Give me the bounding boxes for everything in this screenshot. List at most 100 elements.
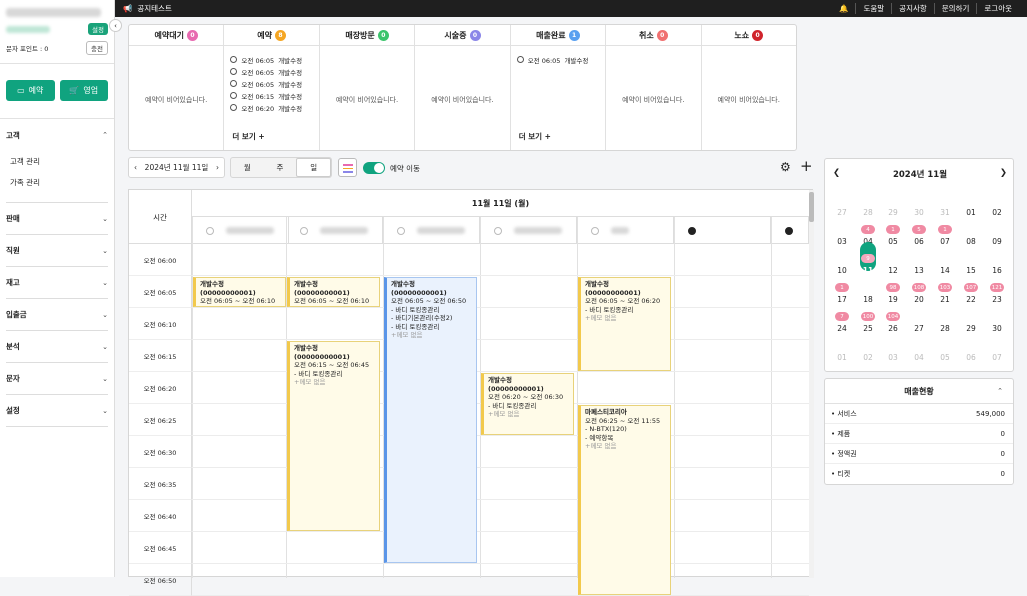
staff-header[interactable] bbox=[192, 217, 289, 244]
calendar-day[interactable]: 20 bbox=[907, 295, 931, 304]
sidebar-section-1[interactable]: 판매 ⌄ bbox=[6, 203, 108, 235]
sales-button[interactable]: 🛒 영업 bbox=[59, 80, 108, 101]
calendar-day[interactable]: 27 bbox=[907, 324, 931, 333]
calendar-day[interactable]: 09 bbox=[985, 237, 1009, 246]
appointment-card[interactable]: 개발수정 (00000000001) 오전 06:05 ~ 오전 06:50- 바… bbox=[384, 277, 477, 563]
calendar-day[interactable]: 21 bbox=[933, 295, 957, 304]
status-item[interactable]: 오전 06:05 개발수정 bbox=[516, 55, 605, 65]
staff-header[interactable] bbox=[286, 217, 383, 244]
calendar-day[interactable]: 31 bbox=[933, 208, 957, 217]
calendar-day[interactable]: 06 bbox=[907, 237, 931, 246]
status-header[interactable]: 취소 0 bbox=[606, 25, 701, 46]
calendar-day[interactable]: 28 bbox=[856, 208, 880, 217]
notice-link[interactable]: 공지사항 bbox=[891, 3, 934, 14]
calendar-day[interactable]: 23 bbox=[985, 295, 1009, 304]
calendar-day[interactable]: 19 bbox=[881, 295, 905, 304]
calendar-day[interactable]: 29 bbox=[881, 208, 905, 217]
sidebar-section-7[interactable]: 설정 ⌄ bbox=[6, 395, 108, 427]
sidebar-collapse-button[interactable]: ‹ bbox=[109, 19, 122, 32]
status-header[interactable]: 예약대기 0 bbox=[129, 25, 224, 46]
staff-header[interactable] bbox=[383, 217, 480, 244]
calendar-day[interactable]: 03 bbox=[830, 237, 854, 246]
chevron-up-icon[interactable]: ⌃ bbox=[997, 387, 1003, 395]
chevron-left-icon[interactable]: ‹ bbox=[134, 163, 137, 172]
calendar-day[interactable]: 07 bbox=[985, 353, 1009, 362]
calendar-day[interactable]: 08 bbox=[959, 237, 983, 246]
calendar-day[interactable]: 12 bbox=[881, 266, 905, 275]
status-item[interactable]: 오전 06:15 개발수정 bbox=[230, 91, 318, 101]
staff-checkbox[interactable] bbox=[688, 226, 696, 235]
reserve-button[interactable]: ▭ 예약 bbox=[6, 80, 55, 101]
sidebar-section-2[interactable]: 직원 ⌄ bbox=[6, 235, 108, 267]
sidebar-section-4[interactable]: 입출금 ⌄ bbox=[6, 299, 108, 331]
calendar-day[interactable]: 18 bbox=[856, 295, 880, 304]
calendar-day[interactable]: 24 bbox=[830, 324, 854, 333]
calendar-day[interactable]: 14 bbox=[933, 266, 957, 275]
calendar-day[interactable]: 03 bbox=[881, 353, 905, 362]
staff-checkbox[interactable] bbox=[397, 226, 405, 235]
calendar-day[interactable]: 01 bbox=[959, 208, 983, 217]
calendar-day[interactable]: 30 bbox=[985, 324, 1009, 333]
status-header[interactable]: 노쇼 0 bbox=[701, 25, 796, 46]
calendar-day[interactable]: 04 bbox=[907, 353, 931, 362]
appointment-card[interactable]: 개발수정 (00000000001) 오전 06:15 ~ 오전 06:45- 바… bbox=[287, 341, 380, 531]
calendar-day[interactable]: 10 bbox=[830, 266, 854, 275]
chevron-left-icon[interactable]: ❮ bbox=[833, 168, 840, 180]
staff-checkbox[interactable] bbox=[206, 226, 214, 235]
calendar-day[interactable]: 28 bbox=[933, 324, 957, 333]
inquiry-link[interactable]: 문의하기 bbox=[933, 3, 977, 14]
appointment-card[interactable]: 마페스티코리아 오전 06:25 ~ 오전 11:55- N-BTX(120) - … bbox=[578, 405, 671, 595]
status-header[interactable]: 매장방문 0 bbox=[319, 25, 415, 46]
sidebar-subitem[interactable]: 가족 관리 bbox=[0, 172, 114, 193]
calendar-day[interactable]: 15 bbox=[959, 266, 983, 275]
calendar-day[interactable]: 02 bbox=[985, 208, 1009, 217]
calendar-day[interactable]: 25 bbox=[856, 324, 880, 333]
appointment-card[interactable]: 개발수정 (00000000001)오전 06:05 ~ 오전 06:10- 바… bbox=[287, 277, 380, 307]
view-month[interactable]: 월 bbox=[231, 158, 264, 177]
calendar-day[interactable]: 02 bbox=[856, 353, 880, 362]
status-item[interactable]: 오전 06:20 개발수정 bbox=[230, 103, 318, 113]
staff-checkbox[interactable] bbox=[494, 226, 502, 235]
status-item[interactable]: 오전 06:05 개발수정 bbox=[230, 67, 318, 77]
calendar-day[interactable]: 17 bbox=[830, 295, 854, 304]
staff-header[interactable] bbox=[480, 217, 577, 244]
status-header[interactable]: 시술중 0 bbox=[415, 25, 510, 46]
chevron-right-icon[interactable]: ❯ bbox=[1000, 168, 1007, 180]
color-list-icon[interactable] bbox=[338, 158, 357, 177]
staff-checkbox[interactable] bbox=[300, 226, 308, 235]
view-week[interactable]: 주 bbox=[264, 158, 297, 177]
status-header[interactable]: 매출완료 1 bbox=[510, 25, 606, 46]
logout-link[interactable]: 로그아웃 bbox=[976, 3, 1019, 14]
sidebar-subitem[interactable]: 고객 관리 bbox=[0, 151, 114, 172]
status-item[interactable]: 오전 06:05 개발수정 bbox=[230, 55, 318, 65]
staff-header[interactable] bbox=[771, 217, 809, 244]
help-link[interactable]: 도움말 bbox=[855, 3, 891, 14]
staff-checkbox[interactable] bbox=[785, 226, 793, 235]
more-link[interactable]: 더 보기 + bbox=[519, 131, 551, 142]
staff-checkbox[interactable] bbox=[591, 226, 599, 235]
move-toggle[interactable] bbox=[363, 162, 385, 174]
calendar-day[interactable]: 29 bbox=[959, 324, 983, 333]
status-header[interactable]: 예약 8 bbox=[224, 25, 319, 46]
appointment-card[interactable]: 개발수정 (00000000001) 오전 06:20 ~ 오전 06:30- 바… bbox=[481, 373, 574, 435]
scrollbar[interactable] bbox=[809, 190, 814, 578]
calendar-day[interactable]: 13 bbox=[907, 266, 931, 275]
calendar-day[interactable]: 07 bbox=[933, 237, 957, 246]
sidebar-section-3[interactable]: 재고 ⌄ bbox=[6, 267, 108, 299]
appointment-card[interactable]: 개발수정 (00000000001)오전 06:05 ~ 오전 06:10- 바… bbox=[193, 277, 286, 307]
sidebar-section-5[interactable]: 분석 ⌄ bbox=[6, 331, 108, 363]
add-icon[interactable]: + bbox=[800, 157, 813, 175]
view-day[interactable]: 일 bbox=[296, 158, 332, 177]
calendar-day[interactable]: 01 bbox=[830, 353, 854, 362]
settings-button[interactable]: 설정 bbox=[88, 23, 108, 35]
sidebar-section-0[interactable]: 고객 ⌃ bbox=[6, 119, 108, 151]
staff-header[interactable] bbox=[674, 217, 771, 244]
notice-banner[interactable]: 📢 공지테스트 bbox=[123, 3, 172, 14]
appointment-card[interactable]: 개발수정 (00000000001) 오전 06:05 ~ 오전 06:20- 바… bbox=[578, 277, 671, 371]
calendar-day[interactable]: 05 bbox=[881, 237, 905, 246]
gear-icon[interactable]: ⚙ bbox=[780, 160, 791, 174]
calendar-day[interactable]: 06 bbox=[959, 353, 983, 362]
calendar-day[interactable]: 30 bbox=[907, 208, 931, 217]
calendar-day[interactable]: 26 bbox=[881, 324, 905, 333]
bell-icon[interactable]: 🔔 bbox=[832, 4, 855, 13]
